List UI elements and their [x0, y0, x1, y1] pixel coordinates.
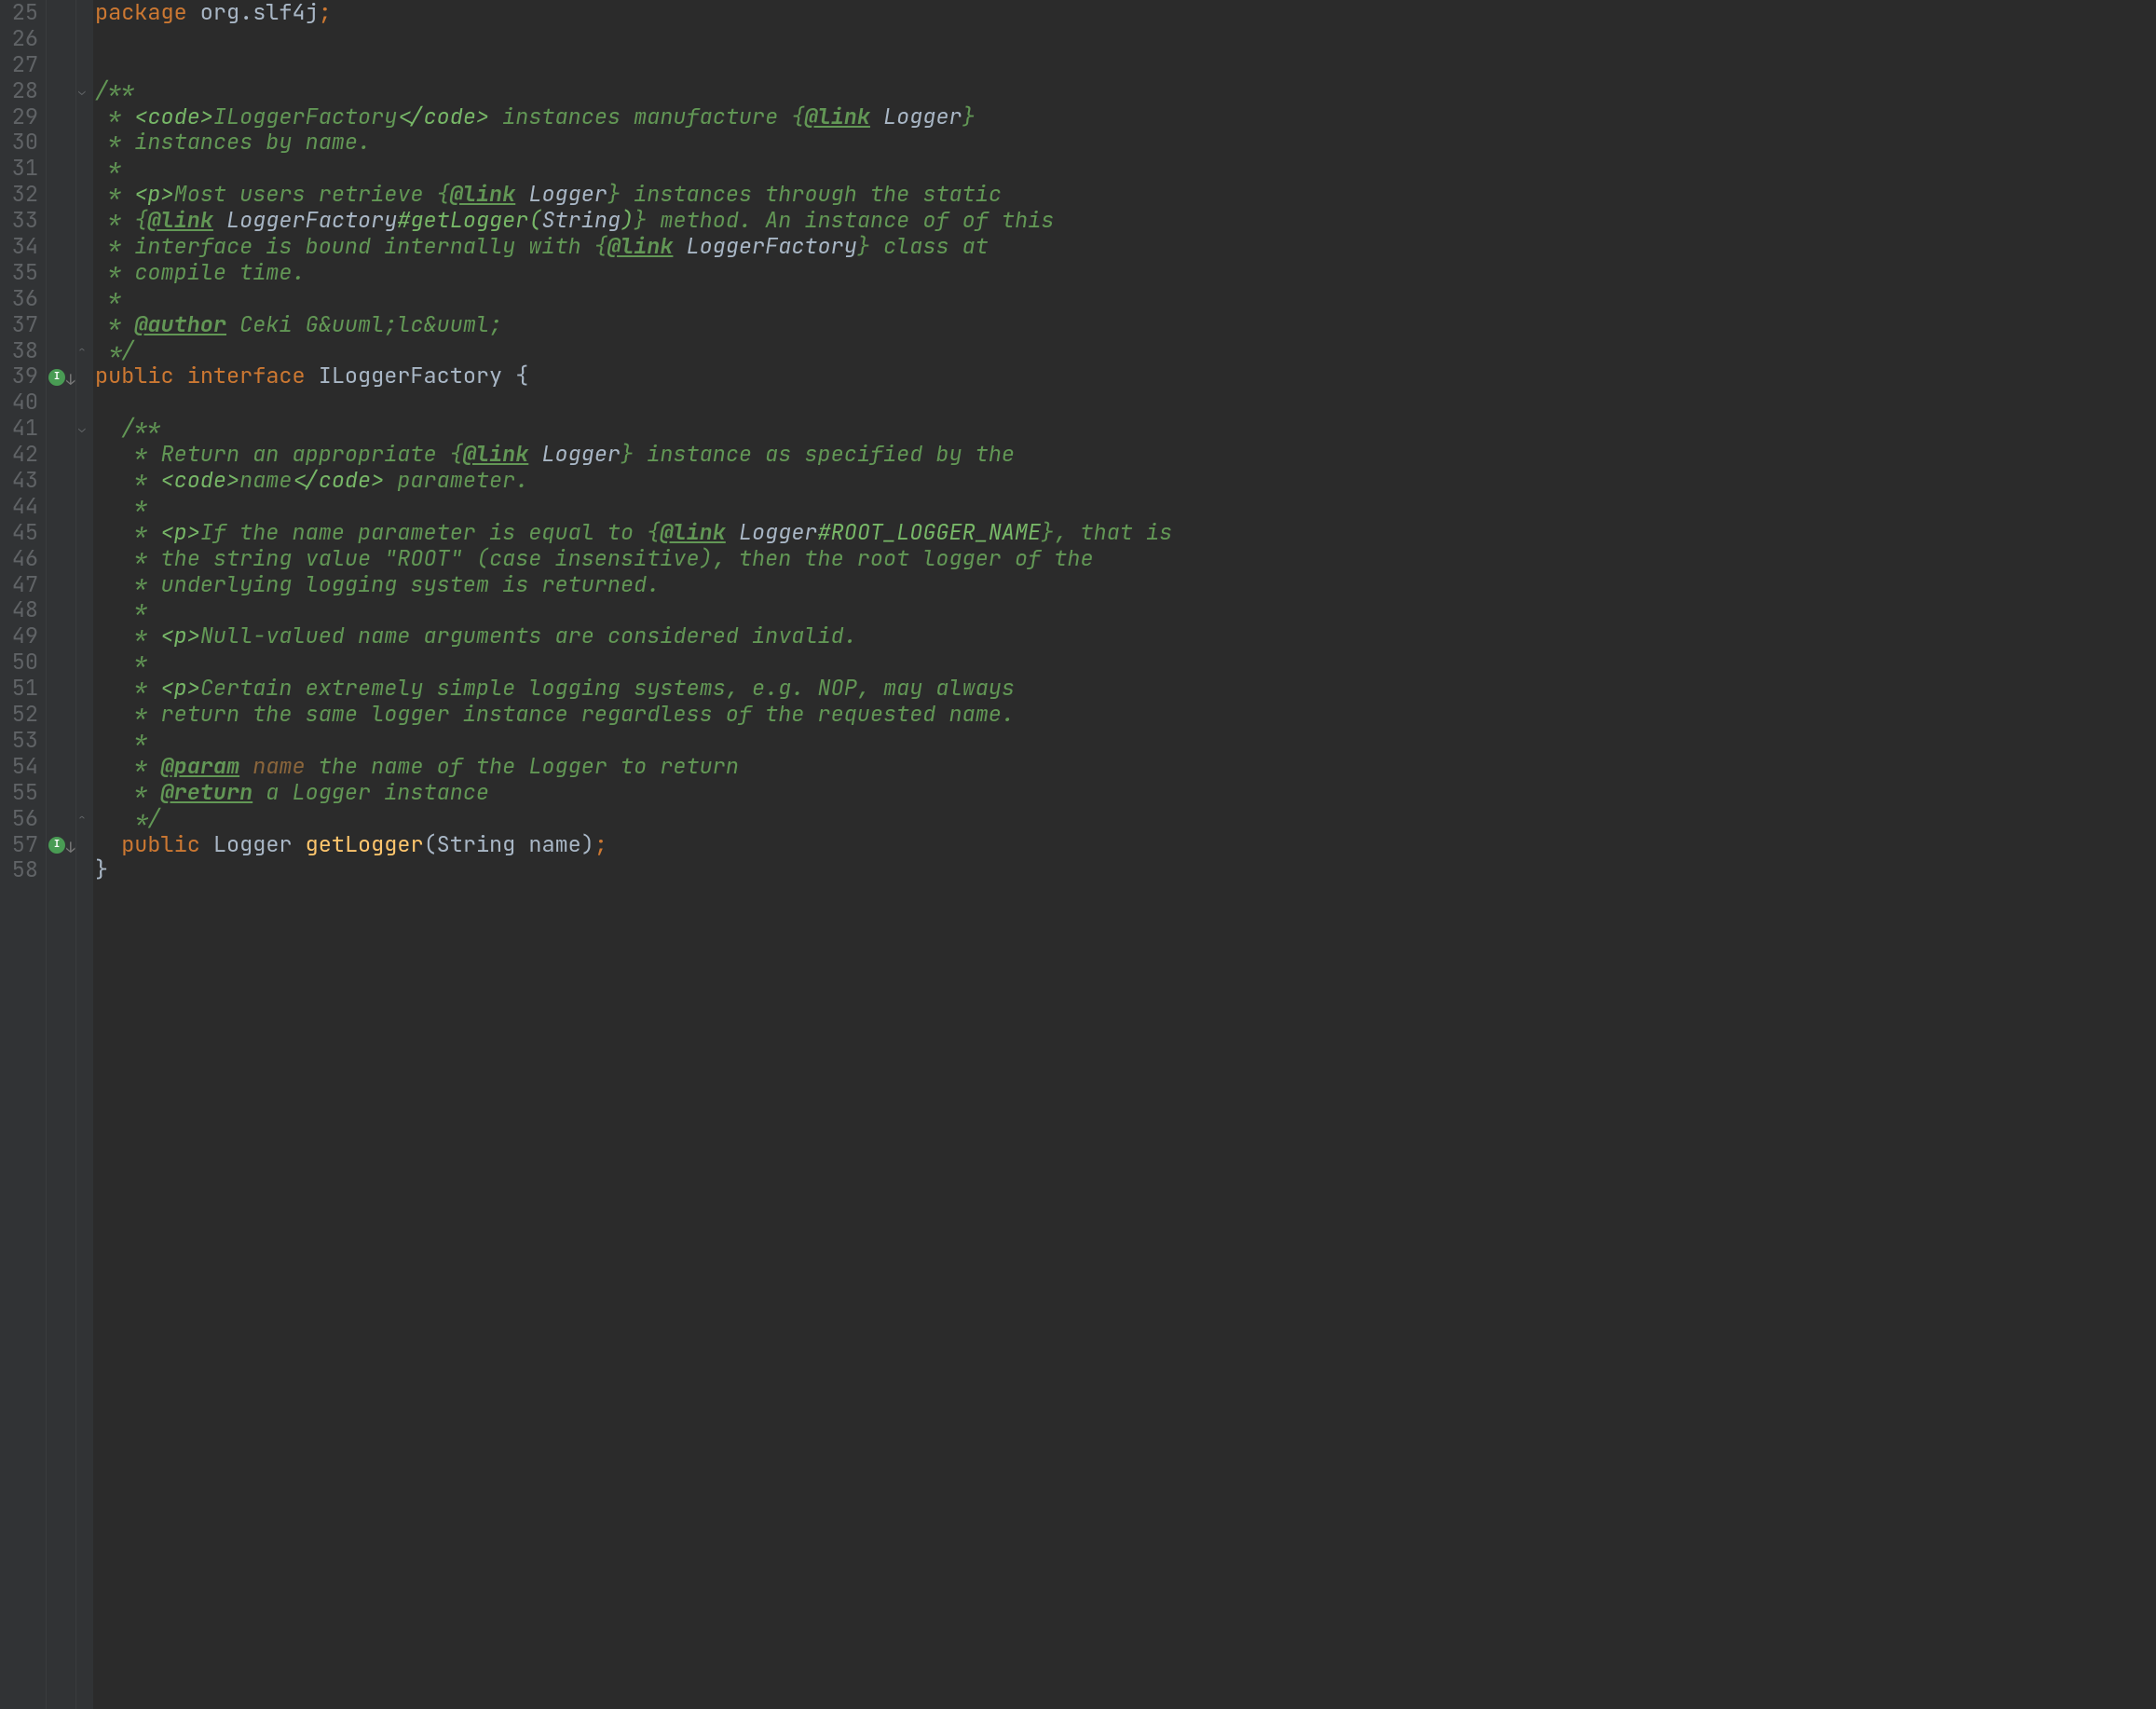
line-number: 41	[0, 416, 38, 442]
code-line[interactable]: *	[95, 649, 1172, 676]
code-editor[interactable]: 2526272829303132333435363738394041424344…	[0, 0, 2156, 1709]
code-line[interactable]: * <p>Certain extremely simple logging sy…	[95, 676, 1172, 702]
code-line[interactable]: /**	[95, 416, 1172, 442]
line-number: 58	[0, 857, 38, 883]
line-number: 52	[0, 702, 38, 728]
code-line[interactable]	[95, 390, 1172, 416]
code-line[interactable]: */	[95, 338, 1172, 364]
line-number: 51	[0, 676, 38, 702]
code-line[interactable]: * underlying logging system is returned.	[95, 572, 1172, 598]
line-number: 33	[0, 208, 38, 234]
line-number: 34	[0, 234, 38, 260]
code-line[interactable]: *	[95, 494, 1172, 520]
fold-close-icon[interactable]: ⌃	[78, 346, 89, 357]
line-number: 44	[0, 494, 38, 520]
gutter-markers: II	[47, 0, 76, 1709]
code-line[interactable]: * @param name the name of the Logger to …	[95, 754, 1172, 780]
line-number: 43	[0, 468, 38, 494]
line-number: 30	[0, 130, 38, 156]
line-number: 39	[0, 363, 38, 390]
code-line[interactable]: package org.slf4j;	[95, 0, 1172, 26]
code-line[interactable]: }	[95, 857, 1172, 883]
line-number: 26	[0, 26, 38, 52]
implement-marker-icon[interactable]: I	[48, 369, 65, 386]
line-number: 56	[0, 806, 38, 832]
code-line[interactable]: */	[95, 806, 1172, 832]
fold-open-icon[interactable]: ⌄	[78, 423, 89, 434]
fold-open-icon[interactable]: ⌄	[78, 86, 89, 97]
line-number: 25	[0, 0, 38, 26]
line-number: 50	[0, 649, 38, 676]
line-number: 38	[0, 338, 38, 364]
line-number: 31	[0, 156, 38, 182]
code-line[interactable]: /**	[95, 78, 1172, 104]
code-line[interactable]: * @return a Logger instance	[95, 780, 1172, 806]
line-number: 35	[0, 260, 38, 286]
code-line[interactable]: * compile time.	[95, 260, 1172, 286]
line-number: 42	[0, 442, 38, 468]
code-line[interactable]: * Return an appropriate {@link Logger} i…	[95, 442, 1172, 468]
implement-marker-icon[interactable]: I	[48, 837, 65, 854]
code-line[interactable]	[95, 26, 1172, 52]
line-number: 40	[0, 390, 38, 416]
code-line[interactable]: public Logger getLogger(String name);	[95, 832, 1172, 858]
code-line[interactable]: * <code>ILoggerFactory</code> instances …	[95, 104, 1172, 130]
line-number: 57	[0, 832, 38, 858]
code-line[interactable]: public interface ILoggerFactory {	[95, 363, 1172, 390]
line-number: 27	[0, 52, 38, 78]
code-line[interactable]: * <code>name</code> parameter.	[95, 468, 1172, 494]
code-line[interactable]: * <p>Null-valued name arguments are cons…	[95, 623, 1172, 649]
line-number: 28	[0, 78, 38, 104]
line-number: 53	[0, 728, 38, 754]
code-line[interactable]: * interface is bound internally with {@l…	[95, 234, 1172, 260]
line-number: 32	[0, 182, 38, 208]
code-line[interactable]	[95, 52, 1172, 78]
fold-column: ⌄ ⌃ ⌄ ⌃	[76, 0, 93, 1709]
code-line[interactable]: * @author Ceki G&uuml;lc&uuml;	[95, 312, 1172, 338]
fold-close-icon[interactable]: ⌃	[78, 813, 89, 825]
line-number: 36	[0, 286, 38, 312]
line-number-gutter: 2526272829303132333435363738394041424344…	[0, 0, 47, 1709]
code-line[interactable]: * {@link LoggerFactory#getLogger(String)…	[95, 208, 1172, 234]
line-number: 37	[0, 312, 38, 338]
line-number: 47	[0, 572, 38, 598]
code-line[interactable]: * the string value "ROOT" (case insensit…	[95, 546, 1172, 572]
line-number: 55	[0, 780, 38, 806]
code-line[interactable]: *	[95, 156, 1172, 182]
code-line[interactable]: *	[95, 728, 1172, 754]
line-number: 45	[0, 520, 38, 546]
code-line[interactable]: * <p>If the name parameter is equal to {…	[95, 520, 1172, 546]
code-line[interactable]: * <p>Most users retrieve {@link Logger} …	[95, 182, 1172, 208]
line-number: 29	[0, 104, 38, 130]
code-line[interactable]: *	[95, 286, 1172, 312]
line-number: 54	[0, 754, 38, 780]
line-number: 49	[0, 623, 38, 649]
line-number: 48	[0, 597, 38, 623]
line-number: 46	[0, 546, 38, 572]
code-line[interactable]: * return the same logger instance regard…	[95, 702, 1172, 728]
code-line[interactable]: *	[95, 597, 1172, 623]
code-area[interactable]: package org.slf4j; /** * <code>ILoggerFa…	[93, 0, 1172, 1709]
code-line[interactable]: * instances by name.	[95, 130, 1172, 156]
